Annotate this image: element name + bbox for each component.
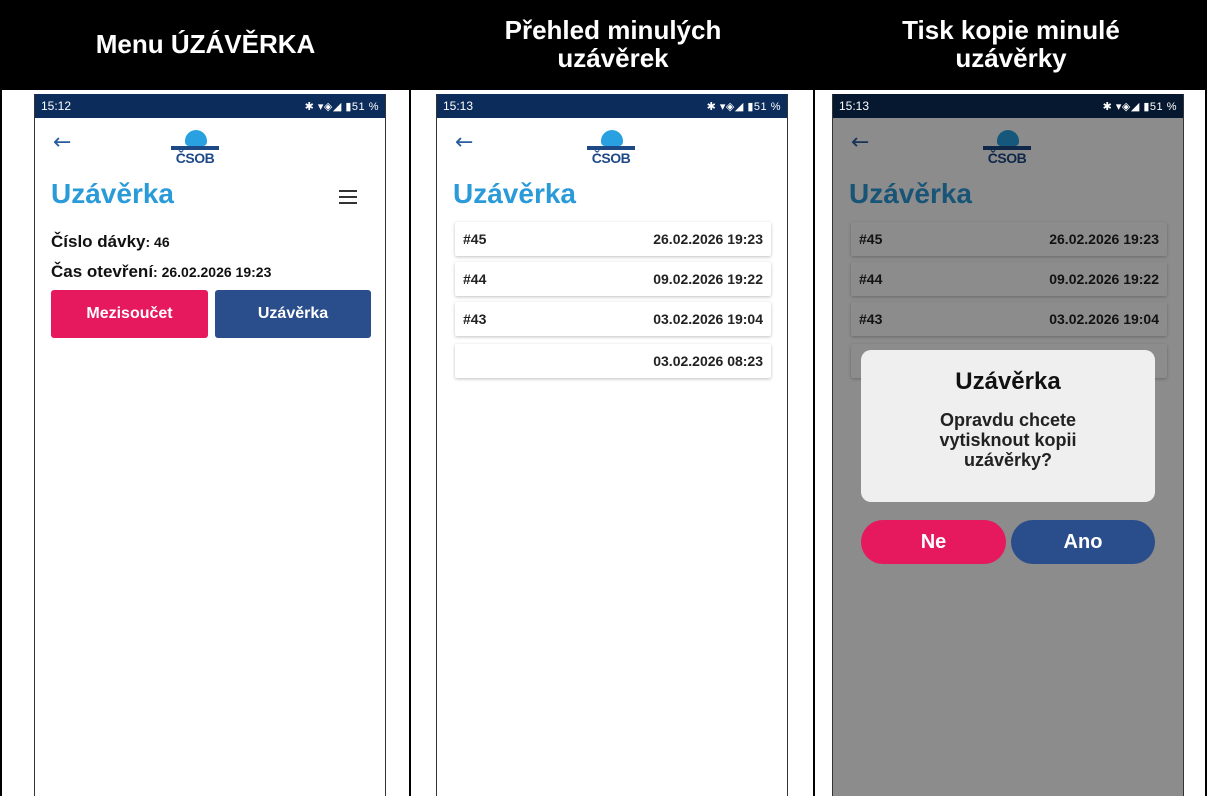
- column-header-history: Přehled minulých uzávěrek: [411, 0, 815, 88]
- status-time: 15:13: [839, 99, 870, 113]
- close-batch-button[interactable]: Uzávěrka: [215, 290, 371, 338]
- batch-date: 26.02.2026 19:23: [653, 231, 763, 247]
- batch-date: 09.02.2026 19:22: [653, 271, 763, 287]
- batch-id: #43: [463, 311, 487, 327]
- logo-figure-icon: [185, 130, 207, 146]
- comparison-grid: Menu ÚZÁVĚRKA Přehled minulých uzávěrek …: [0, 0, 1207, 796]
- yes-button[interactable]: Ano: [1011, 520, 1155, 564]
- hamburger-menu-icon[interactable]: [339, 190, 357, 208]
- batch-history-row[interactable]: 03.02.2026 08:23: [455, 344, 771, 378]
- batch-date: 03.02.2026 08:23: [653, 353, 763, 369]
- batch-number-value: : 46: [145, 234, 170, 250]
- status-time: 15:12: [41, 99, 72, 113]
- page-title: Uzávěrka: [453, 178, 576, 209]
- phone-screen-print-copy: 15:13 ✱ ▾◈◢ ▮51 % ← ČSOB Uzávěrka #45 26.…: [832, 94, 1184, 796]
- batch-history-row[interactable]: #44 09.02.2026 19:22: [455, 262, 771, 296]
- logo-text: ČSOB: [175, 150, 215, 166]
- status-time: 15:13: [443, 99, 474, 113]
- app-bar: ← ČSOB: [35, 118, 385, 178]
- csob-logo: ČSOB: [587, 130, 635, 170]
- column-header-menu: Menu ÚZÁVĚRKA: [0, 0, 411, 88]
- batch-history-row[interactable]: #45 26.02.2026 19:23: [455, 222, 771, 256]
- opened-time-value: : 26.02.2026 19:23: [153, 264, 272, 280]
- status-bar: 15:13 ✱ ▾◈◢ ▮51 %: [437, 94, 787, 118]
- dialog-message: Opravdu chcete vytisknout kopii uzávěrky…: [939, 410, 1077, 470]
- grid-line: [0, 88, 1207, 90]
- phone-screen-menu: 15:12 ✱ ▾◈◢ ▮51 % ← ČSOB Uzávěrka Číslo …: [34, 94, 386, 796]
- logo-text: ČSOB: [591, 150, 631, 166]
- column-header-print-copy: Tisk kopie minulé uzávěrky: [815, 0, 1207, 88]
- batch-id: #45: [463, 231, 487, 247]
- grid-line: [0, 0, 2, 796]
- opened-time-label: Čas otevření: [51, 262, 154, 281]
- status-icons: ✱ ▾◈◢ ▮51 %: [1102, 100, 1177, 113]
- no-button[interactable]: Ne: [861, 520, 1006, 564]
- app-bar: ← ČSOB: [437, 118, 787, 178]
- status-bar: 15:12 ✱ ▾◈◢ ▮51 %: [35, 94, 385, 118]
- csob-logo: ČSOB: [171, 130, 219, 170]
- dialog-title: Uzávěrka: [955, 368, 1061, 395]
- column-header-menu-text: Menu ÚZÁVĚRKA: [95, 29, 316, 59]
- batch-number: Číslo dávky: 46: [51, 232, 170, 252]
- confirm-print-dialog: Uzávěrka Opravdu chcete vytisknout kopii…: [861, 350, 1155, 502]
- column-header-history-text: Přehled minulých uzávěrek: [504, 15, 722, 73]
- back-arrow-icon[interactable]: ←: [455, 130, 473, 155]
- column-header-print-copy-text: Tisk kopie minulé uzávěrky: [902, 15, 1120, 73]
- opened-time: Čas otevření: 26.02.2026 19:23: [51, 262, 271, 282]
- page-title: Uzávěrka: [51, 178, 174, 209]
- status-icons: ✱ ▾◈◢ ▮51 %: [706, 100, 781, 113]
- grid-line: [813, 0, 815, 796]
- phone-screen-history: 15:13 ✱ ▾◈◢ ▮51 % ← ČSOB Uzávěrka #45 26.…: [436, 94, 788, 796]
- subtotal-button[interactable]: Mezisoučet: [51, 290, 208, 338]
- back-arrow-icon[interactable]: ←: [53, 130, 71, 155]
- grid-line: [409, 0, 411, 796]
- batch-id: #44: [463, 271, 487, 287]
- status-icons: ✱ ▾◈◢ ▮51 %: [304, 100, 379, 113]
- status-bar: 15:13 ✱ ▾◈◢ ▮51 %: [833, 94, 1183, 118]
- batch-number-label: Číslo dávky: [51, 232, 146, 251]
- logo-figure-icon: [601, 130, 623, 146]
- batch-date: 03.02.2026 19:04: [653, 311, 763, 327]
- batch-history-row[interactable]: #43 03.02.2026 19:04: [455, 302, 771, 336]
